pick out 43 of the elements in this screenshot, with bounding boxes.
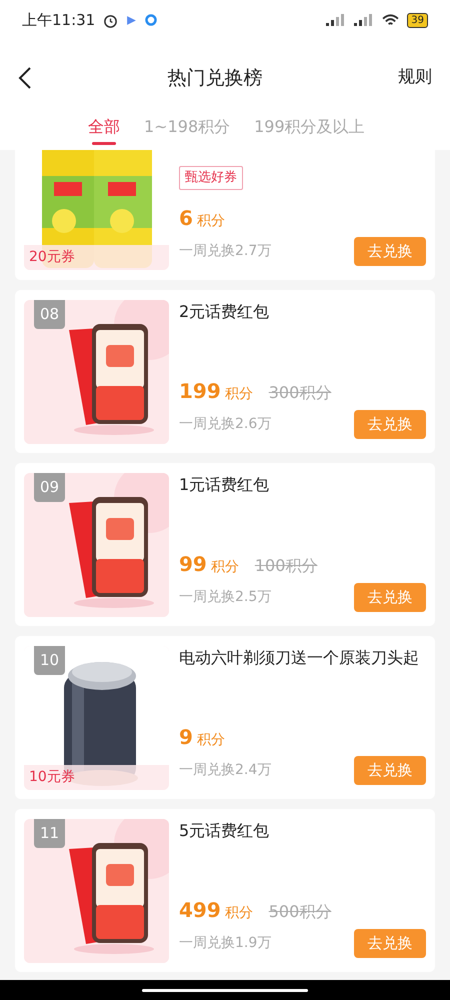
price-text: 99 积分 (179, 551, 239, 578)
filter-tab[interactable]: 199积分及以上 (254, 116, 365, 138)
price-text: 9 积分 (179, 724, 225, 751)
weekly-count: 一周兑换2.7万 (179, 242, 272, 261)
filter-tab[interactable]: 1~198积分 (144, 116, 230, 138)
price-text: 499 积分 (179, 897, 253, 924)
product-title: 1元话费红包 (179, 474, 270, 496)
price-text: 199 积分 (179, 378, 253, 405)
rank-badge: 11 (34, 819, 66, 848)
product-title: 5元话费红包 (179, 820, 270, 842)
product-title: 2元话费红包 (179, 301, 270, 323)
rank-badge: 08 (34, 300, 66, 328)
play-icon (126, 14, 138, 26)
rules-link[interactable]: 规则 (398, 65, 432, 91)
original-price: 100积分 (254, 555, 318, 577)
alarm-icon (103, 12, 118, 28)
signal-icon (326, 14, 346, 26)
price-text: 6 积分 (179, 205, 225, 232)
product-title: 电动六叶剃须刀送一个原装刀头起 (179, 647, 420, 669)
redeem-button[interactable]: 去兑换 (354, 583, 426, 612)
page-title: 热门兑换榜 (168, 66, 262, 91)
redeem-button[interactable]: 去兑换 (354, 929, 426, 958)
original-price: 500积分 (268, 901, 332, 923)
rank-badge: 10 (34, 646, 66, 674)
weekly-count: 一周兑换1.9万 (179, 934, 272, 953)
redeem-button[interactable]: 去兑换 (354, 756, 426, 785)
signal-icon (354, 14, 374, 26)
battery-icon: 39 (407, 12, 428, 28)
original-price: 300积分 (268, 382, 332, 404)
back-icon[interactable] (18, 66, 32, 90)
filter-tab[interactable]: 全部 (88, 116, 120, 145)
redeem-button[interactable]: 去兑换 (354, 237, 426, 266)
status-time: 上午11:31 (22, 10, 96, 31)
coupon-label: 20元券 (24, 245, 169, 270)
redeem-button[interactable]: 去兑换 (354, 410, 426, 439)
weekly-count: 一周兑换2.5万 (179, 588, 272, 607)
app-icon (145, 14, 158, 26)
wifi-icon (382, 14, 400, 26)
coupon-tag: 甄选好券 (179, 166, 243, 190)
rank-badge: 09 (34, 473, 66, 502)
weekly-count: 一周兑换2.6万 (179, 415, 272, 434)
coupon-label: 10元券 (24, 765, 169, 790)
weekly-count: 一周兑换2.4万 (179, 761, 272, 780)
